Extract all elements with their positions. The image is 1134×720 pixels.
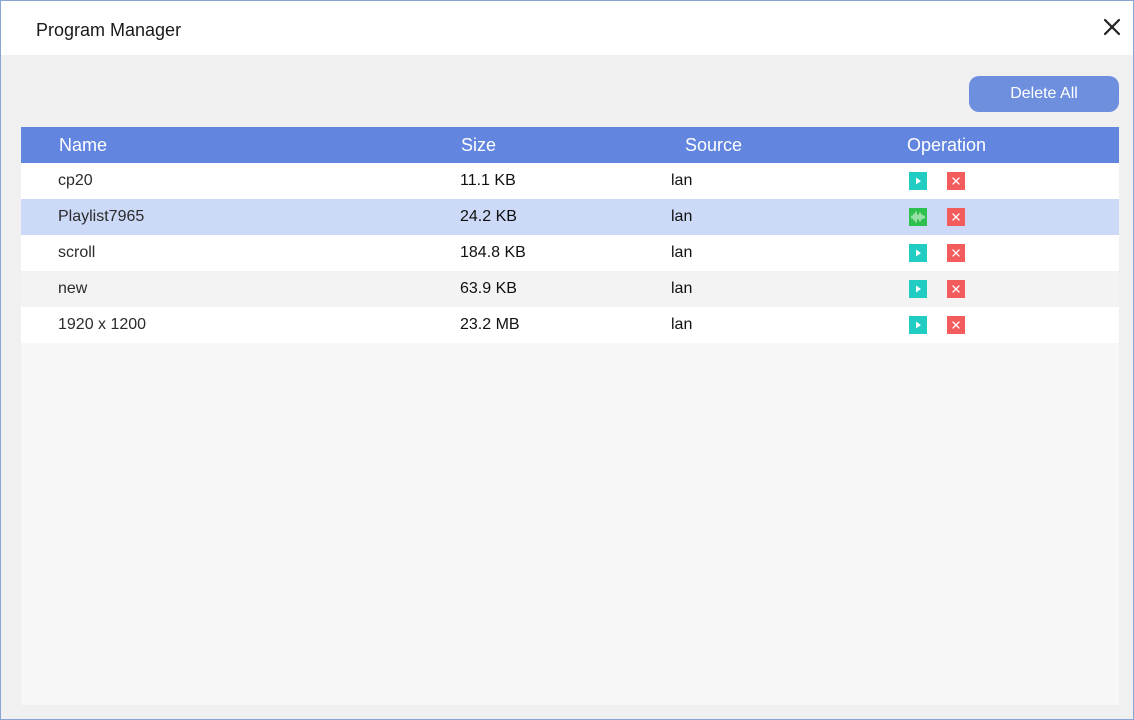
table-row[interactable]: 1920 x 1200 23.2 MB lan <box>21 307 1119 343</box>
row-operations <box>909 208 965 226</box>
cell-source: lan <box>671 316 693 333</box>
program-manager-window: Program Manager Delete All Name Size Sou… <box>0 0 1134 720</box>
row-operations <box>909 244 965 262</box>
cell-name: 1920 x 1200 <box>58 316 147 333</box>
audio-wave-icon[interactable] <box>909 208 927 226</box>
play-icon[interactable] <box>909 172 927 190</box>
row-operations <box>909 280 965 298</box>
cell-name: cp20 <box>58 172 93 189</box>
cell-name: scroll <box>58 244 96 261</box>
cell-source: lan <box>671 244 693 261</box>
play-icon[interactable] <box>909 244 927 262</box>
table-row[interactable]: Playlist7965 24.2 KB lan <box>21 199 1119 235</box>
close-button[interactable] <box>1098 13 1126 41</box>
table-row[interactable]: new 63.9 KB lan <box>21 271 1119 307</box>
delete-all-button[interactable]: Delete All <box>969 76 1119 112</box>
cell-source: lan <box>671 208 693 225</box>
column-header-name: Name <box>59 135 108 155</box>
row-operations <box>909 316 965 334</box>
play-icon[interactable] <box>909 316 927 334</box>
column-header-source: Source <box>685 135 743 155</box>
cell-name: Playlist7965 <box>58 208 145 225</box>
cell-source: lan <box>671 280 693 297</box>
cell-size: 23.2 MB <box>460 316 520 333</box>
table-row[interactable]: cp20 11.1 KB lan <box>21 163 1119 199</box>
cell-source: lan <box>671 172 693 189</box>
row-operations <box>909 172 965 190</box>
cell-name: new <box>58 280 88 297</box>
table-row[interactable]: scroll 184.8 KB lan <box>21 235 1119 271</box>
title-bar: Program Manager <box>1 1 1133 55</box>
delete-icon[interactable] <box>947 280 965 298</box>
delete-icon[interactable] <box>947 172 965 190</box>
delete-icon[interactable] <box>947 316 965 334</box>
cell-size: 11.1 KB <box>460 172 516 189</box>
table-header: Name Size Source Operation <box>21 127 1119 163</box>
delete-icon[interactable] <box>947 244 965 262</box>
column-header-size: Size <box>461 135 497 155</box>
program-table: Name Size Source Operation cp20 11.1 KB la… <box>21 127 1119 705</box>
cell-size: 63.9 KB <box>460 280 517 297</box>
column-header-operation: Operation <box>907 135 987 155</box>
window-title: Program Manager <box>36 20 182 40</box>
close-icon <box>1103 18 1121 36</box>
play-icon[interactable] <box>909 280 927 298</box>
cell-size: 184.8 KB <box>460 244 526 261</box>
delete-icon[interactable] <box>947 208 965 226</box>
cell-size: 24.2 KB <box>460 208 517 225</box>
